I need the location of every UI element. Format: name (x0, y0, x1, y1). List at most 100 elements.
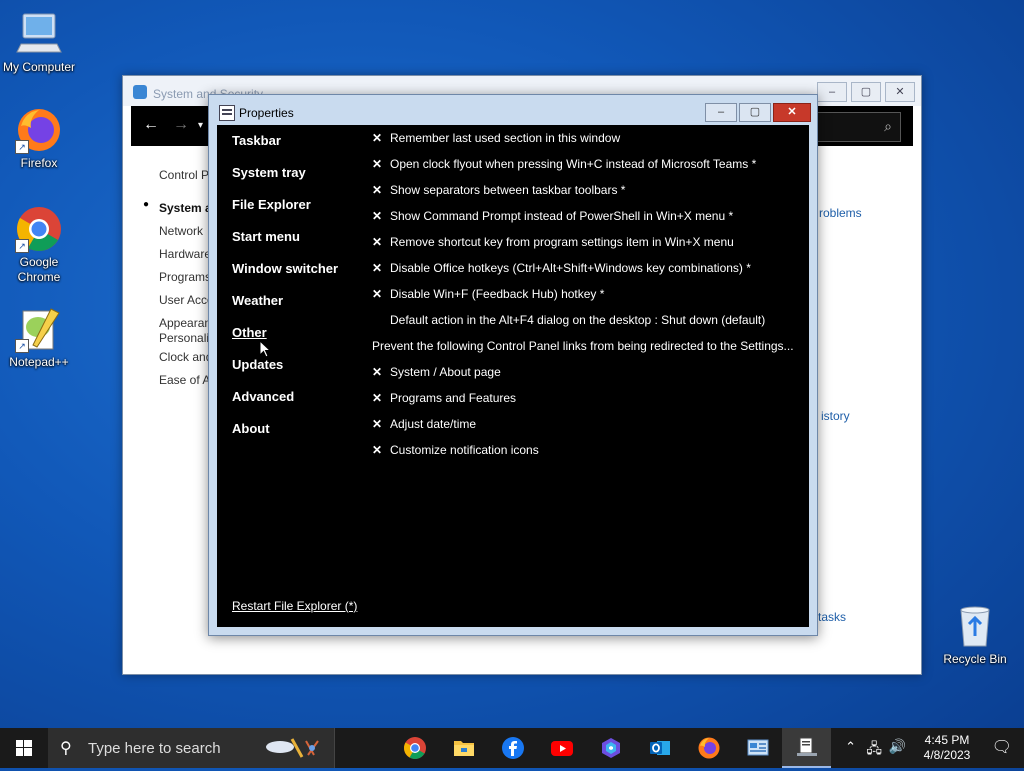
option-label: Open clock flyout when pressing Win+C in… (390, 157, 757, 171)
option-checkbox[interactable]: ✕ Remove shortcut key from program settin… (372, 234, 802, 260)
restart-explorer-link[interactable]: Restart File Explorer (*) (232, 599, 357, 613)
search-placeholder: Type here to search (88, 740, 221, 757)
check-mark-icon: ✕ (372, 365, 383, 379)
close-button[interactable]: ✕ (773, 103, 811, 122)
option-label: Disable Win+F (Feedback Hub) hotkey * (390, 287, 605, 301)
menu-item-about[interactable]: About (232, 421, 338, 453)
properties-titlebar[interactable]: Properties – ▢ ✕ (209, 95, 817, 125)
minimize-button[interactable]: – (705, 103, 737, 122)
chrome-icon: ↗ (15, 205, 63, 253)
taskbar-copilot[interactable] (586, 728, 635, 768)
sidebar-item[interactable]: Hardware (159, 243, 214, 266)
menu-item-system-tray[interactable]: System tray (232, 165, 338, 197)
sidebar-item[interactable]: Programs (159, 266, 214, 289)
clock-date: 4/8/2023 (923, 748, 971, 762)
control-panel-icon (747, 739, 768, 756)
control-panel-search[interactable]: ⌕ (815, 112, 901, 142)
options-list: ✕ Remember last used section in this wind… (372, 130, 802, 468)
option-checkbox[interactable]: ✕ Customize notification icons (372, 442, 802, 468)
control-panel-icon (133, 85, 147, 99)
desktop-icon-my-computer[interactable]: My Computer (0, 10, 78, 74)
sidebar-item[interactable]: Appearan (159, 316, 214, 331)
taskbar-youtube[interactable] (537, 728, 586, 768)
sidebar-item[interactable]: User Acco (159, 289, 214, 312)
search-highlight-image (262, 733, 326, 763)
mouse-cursor-icon (259, 339, 272, 361)
taskbar-control-panel[interactable] (733, 728, 782, 768)
chevron-down-icon[interactable]: ▾ (198, 120, 203, 131)
option-label: Prevent the following Control Panel link… (372, 339, 794, 353)
taskbar-outlook[interactable] (635, 728, 684, 768)
menu-item-file-explorer[interactable]: File Explorer (232, 197, 338, 229)
option-checkbox[interactable]: ✕ Programs and Features (372, 390, 802, 416)
sidebar-item[interactable]: Network (159, 220, 214, 243)
desktop-icon-label: Notepad++ (9, 355, 69, 369)
taskbar-chrome[interactable] (390, 728, 439, 768)
maximize-button[interactable]: ▢ (851, 82, 881, 102)
option-dropdown-alt-f4[interactable]: Default action in the Alt+F4 dialog on t… (372, 312, 802, 338)
option-label: Show Command Prompt instead of PowerShel… (390, 209, 734, 223)
sidebar-item[interactable]: Control P (159, 164, 214, 187)
taskbar-firefox[interactable] (684, 728, 733, 768)
properties-body: Taskbar System tray File Explorer Start … (217, 125, 809, 627)
desktop-icon-chrome[interactable]: ↗ Google Chrome (0, 205, 78, 285)
desktop-icon-recycle-bin[interactable]: Recycle Bin (936, 602, 1014, 666)
taskbar: ⚲ Type here to search ⌃ 🖧 🔊 4:45 PM 4/8/… (0, 728, 1024, 768)
maximize-button[interactable]: ▢ (739, 103, 771, 122)
sidebar-item[interactable]: Clock and (159, 346, 214, 369)
option-checkbox[interactable]: ✕ Disable Win+F (Feedback Hub) hotkey * (372, 286, 802, 312)
taskbar-clock[interactable]: 4:45 PM 4/8/2023 (916, 733, 978, 763)
sidebar-item[interactable]: Personali (159, 331, 214, 346)
option-label: Programs and Features (390, 391, 517, 405)
computer-icon (15, 10, 63, 58)
chevron-up-icon[interactable]: ⌃ (845, 739, 856, 755)
section-menu: Taskbar System tray File Explorer Start … (232, 133, 338, 453)
check-mark-icon: ✕ (372, 443, 383, 457)
youtube-icon (550, 741, 573, 756)
forward-arrow-icon[interactable]: → (173, 116, 189, 134)
menu-item-other[interactable]: Other (232, 325, 338, 357)
option-checkbox[interactable]: ✕ Adjust date/time (372, 416, 802, 442)
option-checkbox[interactable]: ✕ Show Command Prompt instead of PowerShe… (372, 208, 802, 234)
taskbar-search-box[interactable]: ⚲ Type here to search (48, 728, 335, 768)
volume-icon[interactable]: 🔊 (889, 738, 906, 755)
menu-item-window-switcher[interactable]: Window switcher (232, 261, 338, 293)
menu-item-weather[interactable]: Weather (232, 293, 338, 325)
taskbar-file-explorer[interactable] (439, 728, 488, 768)
check-mark-icon: ✕ (372, 183, 383, 197)
start-button[interactable] (0, 728, 48, 768)
control-panel-link[interactable]: roblems (819, 206, 862, 220)
search-icon: ⚲ (60, 740, 72, 757)
shortcut-arrow-icon: ↗ (15, 140, 29, 154)
control-panel-link[interactable]: istory (821, 409, 850, 423)
shortcut-arrow-icon: ↗ (15, 339, 29, 353)
control-panel-link[interactable]: tasks (818, 610, 846, 624)
control-panel-sidebar: Control P System a Network Hardware Prog… (159, 164, 214, 392)
desktop-icon-firefox[interactable]: ↗ Firefox (0, 106, 78, 170)
recycle-bin-icon (951, 602, 999, 650)
notification-icon[interactable]: 🗨 (992, 737, 1012, 757)
minimize-button[interactable]: – (817, 82, 847, 102)
taskbar-facebook[interactable] (488, 728, 537, 768)
taskbar-properties[interactable] (782, 728, 831, 768)
back-arrow-icon[interactable]: ← (143, 116, 159, 134)
menu-item-start-menu[interactable]: Start menu (232, 229, 338, 261)
network-icon[interactable]: 🖧 (866, 738, 882, 762)
menu-item-advanced[interactable]: Advanced (232, 389, 338, 421)
sidebar-item[interactable]: Ease of A (159, 369, 214, 392)
option-checkbox[interactable]: ✕ Remember last used section in this wind… (372, 130, 802, 156)
option-label: Remove shortcut key from program setting… (390, 235, 734, 249)
check-mark-icon: ✕ (372, 131, 383, 145)
option-checkbox[interactable]: ✕ Open clock flyout when pressing Win+C i… (372, 156, 802, 182)
menu-item-taskbar[interactable]: Taskbar (232, 133, 338, 165)
desktop-icon-notepad-plus-plus[interactable]: ↗ Notepad++ (0, 305, 78, 369)
option-label: Default action in the Alt+F4 dialog on t… (390, 313, 766, 327)
option-label: Customize notification icons (390, 443, 539, 457)
option-checkbox[interactable]: ✕ Disable Office hotkeys (Ctrl+Alt+Shift+… (372, 260, 802, 286)
option-checkbox[interactable]: ✕ Show separators between taskbar toolbar… (372, 182, 802, 208)
sidebar-item-system-security[interactable]: System a (159, 197, 214, 220)
option-checkbox[interactable]: ✕ System / About page (372, 364, 802, 390)
menu-item-updates[interactable]: Updates (232, 357, 338, 389)
properties-dialog[interactable]: Properties – ▢ ✕ Taskbar System tray Fil… (208, 94, 818, 636)
close-button[interactable]: ✕ (885, 82, 915, 102)
